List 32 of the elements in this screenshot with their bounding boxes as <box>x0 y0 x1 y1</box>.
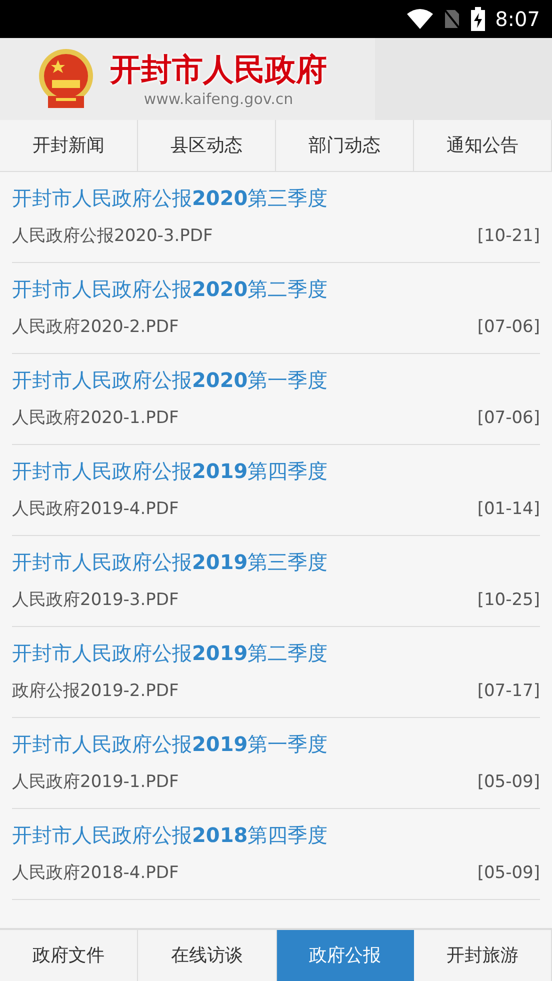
status-time: 8:07 <box>495 6 540 33</box>
bulletin-title-link[interactable]: 开封市人民政府公报2019第三季度 <box>12 548 540 576</box>
file-name: 人民政府2020-2.PDF <box>12 316 179 339</box>
file-name: 人民政府2019-1.PDF <box>12 771 179 794</box>
file-name: 政府公报2019-2.PDF <box>12 680 179 703</box>
site-title: 开封市人民政府 <box>110 51 327 90</box>
publish-date: [10-25] <box>477 589 540 612</box>
publish-date: [07-17] <box>477 680 540 703</box>
bulletin-title-link[interactable]: 开封市人民政府公报2019第四季度 <box>12 457 540 485</box>
site-url: www.kaifeng.gov.cn <box>144 90 294 108</box>
bulletin-title-link[interactable]: 开封市人民政府公报2020第一季度 <box>12 366 540 394</box>
battery-charging-icon <box>471 7 486 31</box>
wifi-icon <box>407 9 434 29</box>
emblem-icon <box>36 48 96 110</box>
file-name: 人民政府2020-1.PDF <box>12 407 179 430</box>
bulletin-title-link[interactable]: 开封市人民政府公报2019第二季度 <box>12 639 540 667</box>
file-name: 人民政府2019-4.PDF <box>12 498 179 521</box>
publish-date: [10-21] <box>477 225 540 248</box>
publish-date: [07-06] <box>477 316 540 339</box>
bulletin-title-link[interactable]: 开封市人民政府公报2020第三季度 <box>12 184 540 212</box>
publish-date: [05-09] <box>477 771 540 794</box>
bulletin-title-link[interactable]: 开封市人民政府公报2018第四季度 <box>12 821 540 849</box>
bulletin-title-link[interactable]: 开封市人民政府公报2020第二季度 <box>12 275 540 303</box>
file-name: 人民政府公报2020-3.PDF <box>12 225 213 248</box>
file-name: 人民政府2019-3.PDF <box>12 589 179 612</box>
no-sim-icon <box>443 8 462 30</box>
publish-date: [07-06] <box>477 407 540 430</box>
file-name: 人民政府2018-4.PDF <box>12 862 179 885</box>
nav-tab[interactable]: 政府公报 <box>276 930 414 981</box>
publish-date: [01-14] <box>477 498 540 521</box>
publish-date: [05-09] <box>477 862 540 885</box>
bulletin-title-link[interactable]: 开封市人民政府公报2019第一季度 <box>12 730 540 758</box>
